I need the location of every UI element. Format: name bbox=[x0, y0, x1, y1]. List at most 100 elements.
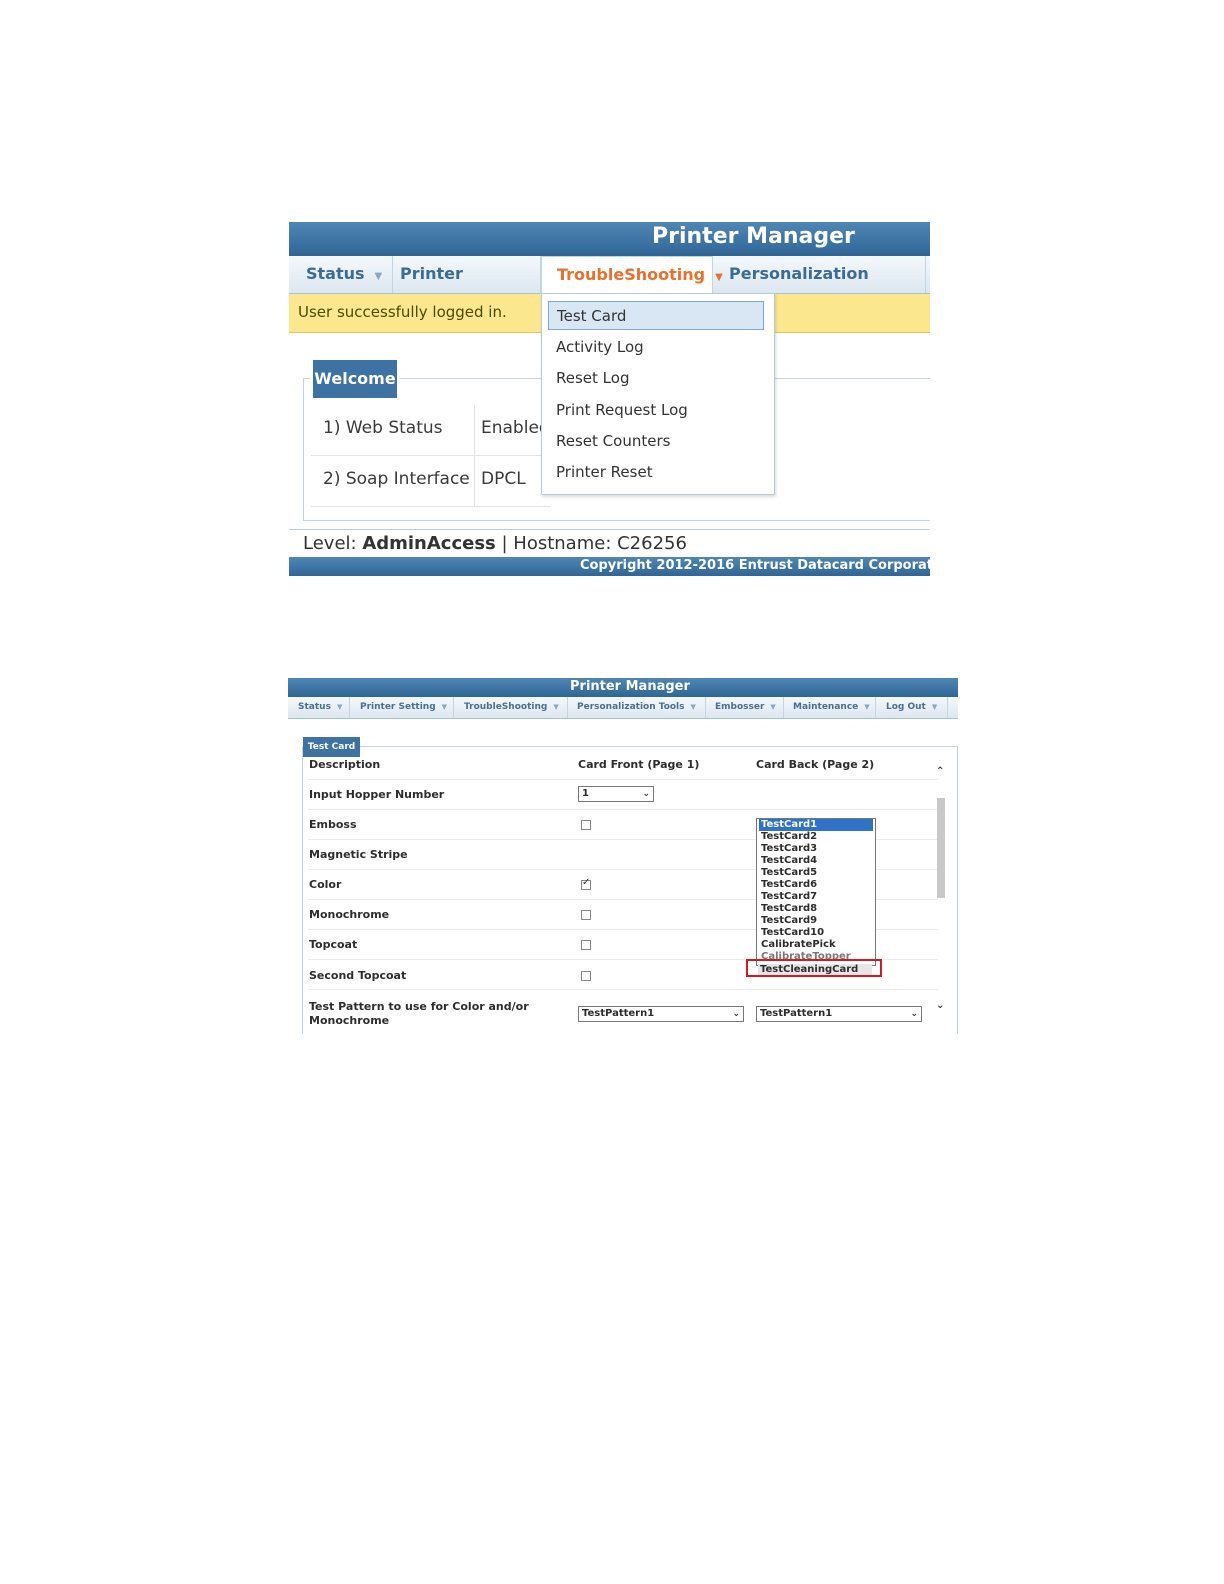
header-card-back: Card Back (Page 2) bbox=[756, 758, 875, 771]
list-item[interactable]: TestCard6 bbox=[759, 879, 873, 891]
nav-embosser[interactable]: Embosser ▼ bbox=[706, 697, 784, 718]
level-value: AdminAccess bbox=[362, 533, 496, 554]
hostname-value: C26256 bbox=[617, 533, 687, 554]
column-divider bbox=[474, 456, 475, 506]
list-item[interactable]: TestCard4 bbox=[759, 855, 873, 867]
header-description: Description bbox=[309, 758, 381, 771]
printer-manager-screenshot-test-card: Printer Manager Status ▼ Printer Setting ▼… bbox=[288, 678, 958, 1034]
color-checkbox[interactable] bbox=[581, 877, 591, 890]
chevron-down-icon: ▼ bbox=[441, 703, 448, 711]
hopper-number-value: 1 bbox=[582, 788, 589, 799]
menu-item-test-card[interactable]: Test Card bbox=[548, 301, 764, 330]
nav-troubleshooting-label: TroubleShooting bbox=[557, 265, 706, 284]
pattern-back-select[interactable]: TestPattern1 ⌄ bbox=[756, 1006, 922, 1022]
second-topcoat-checkbox[interactable] bbox=[581, 971, 591, 981]
welcome-tab: Welcome bbox=[313, 360, 397, 398]
row-value: DPCL bbox=[481, 469, 526, 489]
menu-item-printer-reset[interactable]: Printer Reset bbox=[548, 458, 764, 487]
title-bar: Printer Manager bbox=[289, 222, 930, 256]
row-divider bbox=[308, 779, 938, 780]
nav-printer-setting[interactable]: Printer Setting ▼ bbox=[350, 697, 454, 718]
app-title: Printer Manager bbox=[570, 679, 690, 694]
pattern-front-value: TestPattern1 bbox=[582, 1008, 655, 1019]
printer-manager-screenshot-dropdown: Printer Manager Status ▼ Printer Setting▼… bbox=[289, 222, 930, 576]
row-divider bbox=[308, 809, 938, 810]
nav-personalization-tools-label: Personalization Tools bbox=[577, 702, 685, 712]
nav-personalization-tools[interactable]: Personalization Tools▼ bbox=[713, 256, 926, 319]
chevron-down-icon: ▼ bbox=[553, 703, 559, 711]
tab-test-card[interactable]: Test Card bbox=[303, 737, 360, 757]
list-item[interactable]: TestCard9 bbox=[759, 915, 873, 927]
row-label: 2) Soap Interface bbox=[323, 469, 470, 489]
divider bbox=[289, 529, 930, 530]
table-row: 2) Soap Interface DPCL bbox=[311, 456, 551, 507]
nav-troubleshooting[interactable]: TroubleShooting ▼ bbox=[454, 697, 568, 718]
nav-status[interactable]: Status ▼ bbox=[288, 697, 350, 718]
nav-printer-setting-label: Printer Setting bbox=[360, 702, 436, 712]
list-item[interactable]: TestCard10 bbox=[759, 927, 873, 939]
menu-item-print-request-log[interactable]: Print Request Log bbox=[548, 396, 764, 425]
level-label: Level: bbox=[303, 533, 363, 554]
topcoat-checkbox[interactable] bbox=[581, 940, 591, 950]
chevron-down-icon[interactable]: ⌄ bbox=[936, 1000, 944, 1011]
list-item[interactable]: TestCard2 bbox=[759, 831, 873, 843]
nav-personalization-tools[interactable]: Personalization Tools ▼ bbox=[568, 697, 706, 718]
nav-maintenance[interactable]: Maintenance ▼ bbox=[784, 697, 876, 718]
emboss-checkbox[interactable] bbox=[581, 820, 591, 830]
chevron-down-icon: ⌄ bbox=[732, 1009, 740, 1019]
monochrome-checkbox[interactable] bbox=[581, 910, 591, 920]
row-divider bbox=[308, 989, 938, 990]
nav-status-label: Status bbox=[298, 702, 331, 712]
chevron-down-icon: ▼ bbox=[770, 703, 776, 711]
title-bar: Printer Manager bbox=[288, 678, 958, 697]
footer: Copyright 2012-2016 Entrust Datacard Cor… bbox=[289, 557, 930, 576]
label-test-pattern: Test Pattern to use for Color and/or bbox=[309, 1000, 529, 1013]
label-test-pattern-cont: Monochrome bbox=[309, 1014, 390, 1027]
menu-item-reset-log[interactable]: Reset Log bbox=[548, 364, 764, 393]
list-item[interactable]: TestCard5 bbox=[759, 867, 873, 879]
nav-status-label: Status bbox=[306, 264, 365, 283]
nav-troubleshooting[interactable]: TroubleShooting ▼ bbox=[541, 256, 723, 294]
row-label: 1) Web Status bbox=[323, 418, 443, 438]
list-item[interactable]: TestCard8 bbox=[759, 903, 873, 915]
main-nav: Status ▼ Printer Setting▼ TroubleShooting… bbox=[289, 256, 930, 319]
nav-printer-setting[interactable]: Printer Setting▼ bbox=[393, 256, 541, 319]
nav-status[interactable]: Status ▼ bbox=[289, 256, 393, 293]
pattern-back-value: TestPattern1 bbox=[760, 1008, 833, 1019]
label-magnetic-stripe: Magnetic Stripe bbox=[309, 848, 408, 861]
app-title: Printer Manager bbox=[652, 224, 855, 249]
label-second-topcoat: Second Topcoat bbox=[309, 969, 407, 982]
chevron-down-icon: ▼ bbox=[374, 271, 383, 282]
hopper-number-select[interactable]: 1 ⌄ bbox=[578, 786, 654, 802]
list-item[interactable]: TestCard3 bbox=[759, 843, 873, 855]
chevron-up-icon[interactable]: ⌃ bbox=[936, 766, 944, 777]
list-item[interactable]: CalibratePick bbox=[759, 939, 873, 951]
label-monochrome: Monochrome bbox=[309, 908, 390, 921]
nav-log-out[interactable]: Log Out ▼ bbox=[876, 697, 948, 718]
list-item[interactable]: TestCard1 bbox=[759, 819, 873, 831]
chevron-down-icon: ▼ bbox=[336, 703, 343, 711]
label-emboss: Emboss bbox=[309, 818, 357, 831]
chevron-down-icon: ▼ bbox=[864, 703, 870, 711]
label-input-hopper-number: Input Hopper Number bbox=[309, 788, 445, 801]
column-divider bbox=[474, 405, 475, 455]
chevron-down-icon: ⌄ bbox=[910, 1009, 918, 1019]
vertical-scrollbar[interactable]: ⌃ ⌄ bbox=[935, 766, 947, 1016]
list-item[interactable]: TestCard7 bbox=[759, 891, 873, 903]
pattern-front-select[interactable]: TestPattern1 ⌄ bbox=[578, 1006, 744, 1022]
nav-maintenance-label: Maintenance bbox=[793, 702, 859, 712]
chevron-down-icon: ▼ bbox=[690, 703, 696, 711]
copyright: Copyright 2012-2016 Entrust Datacard Cor… bbox=[580, 558, 930, 573]
menu-item-activity-log[interactable]: Activity Log bbox=[548, 333, 764, 362]
test-card-listbox[interactable]: TestCard1 TestCard2 TestCard3 TestCard4 … bbox=[756, 818, 876, 966]
nav-log-out-label: Log Out bbox=[886, 702, 926, 712]
status-message-text: User successfully logged in. bbox=[298, 303, 507, 321]
scrollbar-thumb[interactable] bbox=[937, 798, 945, 898]
chevron-down-icon: ⌄ bbox=[642, 789, 650, 799]
nav-embosser-label: Embosser bbox=[715, 702, 765, 712]
highlight-box bbox=[746, 959, 882, 977]
label-color: Color bbox=[309, 878, 342, 891]
menu-item-reset-counters[interactable]: Reset Counters bbox=[548, 427, 764, 456]
troubleshooting-dropdown-menu: Test Card Activity Log Reset Log Print R… bbox=[541, 293, 775, 495]
access-level-line: Level: AdminAccess | Hostname: C26256 bbox=[303, 533, 687, 554]
